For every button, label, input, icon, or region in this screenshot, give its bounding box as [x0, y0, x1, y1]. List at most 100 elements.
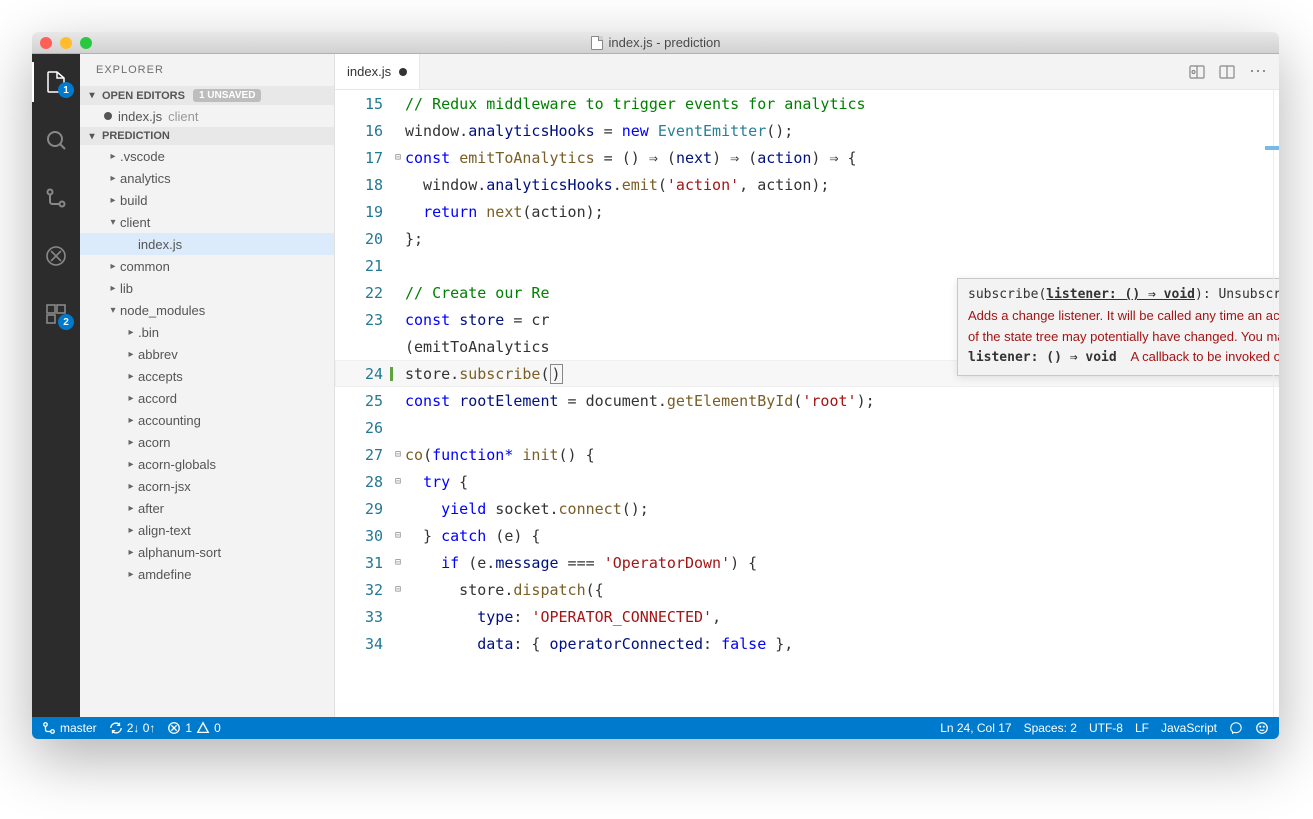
- chevron-right-icon: ▸: [124, 503, 138, 514]
- editor-area: index.js ⋯ 15// Redux middleware to trig…: [335, 54, 1279, 717]
- folder-item[interactable]: ▸.bin: [80, 321, 334, 343]
- folder-item[interactable]: ▸alphanum-sort: [80, 541, 334, 563]
- folder-item[interactable]: ▸abbrev: [80, 343, 334, 365]
- tooltip-param-doc: A callback to be invoked on every dispat…: [1131, 349, 1279, 364]
- tree-item-label: align-text: [138, 523, 191, 538]
- minimize-icon[interactable]: [60, 37, 72, 49]
- editor-tabs: index.js ⋯: [335, 54, 1279, 90]
- tree-item-label: amdefine: [138, 567, 191, 582]
- open-editors-header[interactable]: ▾ OPEN EDITORS 1 UNSAVED: [80, 86, 334, 105]
- folder-item[interactable]: ▸accounting: [80, 409, 334, 431]
- close-icon[interactable]: [40, 37, 52, 49]
- status-problems[interactable]: 1 0: [167, 721, 220, 735]
- code-line[interactable]: 19 return next(action);: [335, 198, 1279, 225]
- split-preview-icon[interactable]: [1189, 64, 1205, 80]
- status-sync[interactable]: 2↓ 0↑: [109, 721, 156, 735]
- more-icon[interactable]: ⋯: [1249, 61, 1267, 82]
- activity-search[interactable]: [32, 120, 80, 160]
- code-line[interactable]: 31⊟ if (e.message === 'OperatorDown') {: [335, 549, 1279, 576]
- tab-label: index.js: [347, 64, 391, 79]
- code-editor[interactable]: 15// Redux middleware to trigger events …: [335, 90, 1279, 717]
- fold-icon[interactable]: ⊟: [391, 449, 405, 460]
- folder-item[interactable]: ▸build: [80, 189, 334, 211]
- status-eol[interactable]: LF: [1135, 721, 1149, 735]
- code-line[interactable]: 33 type: 'OPERATOR_CONNECTED',: [335, 603, 1279, 630]
- line-number: 31: [335, 554, 391, 572]
- feedback-icon[interactable]: [1229, 721, 1243, 735]
- code-text: (emitToAnalytics: [405, 338, 550, 356]
- code-line[interactable]: 20};: [335, 225, 1279, 252]
- code-line[interactable]: 32⊟ store.dispatch({: [335, 576, 1279, 603]
- folder-item[interactable]: ▸lib: [80, 277, 334, 299]
- project-header[interactable]: ▾ PREDICTION: [80, 127, 334, 145]
- open-editor-item[interactable]: index.js client: [80, 105, 334, 127]
- line-number: 24: [335, 365, 391, 383]
- activity-bar: 1 2: [32, 54, 80, 717]
- split-editor-icon[interactable]: [1219, 64, 1235, 80]
- code-line[interactable]: 25const rootElement = document.getElemen…: [335, 387, 1279, 414]
- tree-item-label: accord: [138, 391, 177, 406]
- activity-debug[interactable]: [32, 236, 80, 276]
- chevron-down-icon: ▾: [86, 90, 98, 101]
- code-line[interactable]: 27⊟co(function* init() {: [335, 441, 1279, 468]
- folder-item[interactable]: ▸amdefine: [80, 563, 334, 585]
- folder-item[interactable]: ▾node_modules: [80, 299, 334, 321]
- activity-source-control[interactable]: [32, 178, 80, 218]
- chevron-right-icon: ▸: [106, 151, 120, 162]
- line-number: 28: [335, 473, 391, 491]
- line-number: 19: [335, 203, 391, 221]
- code-line[interactable]: 15// Redux middleware to trigger events …: [335, 90, 1279, 117]
- status-encoding[interactable]: UTF-8: [1089, 721, 1123, 735]
- code-line[interactable]: 30⊟ } catch (e) {: [335, 522, 1279, 549]
- activity-explorer[interactable]: 1: [32, 62, 80, 102]
- chevron-right-icon: ▸: [124, 393, 138, 404]
- folder-item[interactable]: ▸accord: [80, 387, 334, 409]
- smiley-icon[interactable]: [1255, 721, 1269, 735]
- fold-icon[interactable]: ⊟: [391, 476, 405, 487]
- activity-extensions[interactable]: 2: [32, 294, 80, 334]
- tree-item-label: common: [120, 259, 170, 274]
- tree-item-label: abbrev: [138, 347, 178, 362]
- status-position[interactable]: Ln 24, Col 17: [940, 721, 1011, 735]
- sidebar-title: EXPLORER: [80, 54, 334, 86]
- folder-item[interactable]: ▸after: [80, 497, 334, 519]
- code-line[interactable]: 28⊟ try {: [335, 468, 1279, 495]
- file-tree[interactable]: ▸.vscode▸analytics▸build▾clientindex.js▸…: [80, 145, 334, 717]
- line-number: 16: [335, 122, 391, 140]
- line-number: 27: [335, 446, 391, 464]
- folder-item[interactable]: ▸.vscode: [80, 145, 334, 167]
- status-branch[interactable]: master: [42, 721, 97, 735]
- code-line[interactable]: 29 yield socket.connect();: [335, 495, 1279, 522]
- tab-index-js[interactable]: index.js: [335, 54, 420, 89]
- code-line[interactable]: 26: [335, 414, 1279, 441]
- code-line[interactable]: 16window.analyticsHooks = new EventEmitt…: [335, 117, 1279, 144]
- line-number: 26: [335, 419, 391, 437]
- chevron-right-icon: ▸: [124, 349, 138, 360]
- status-language[interactable]: JavaScript: [1161, 721, 1217, 735]
- folder-item[interactable]: ▸acorn-globals: [80, 453, 334, 475]
- fold-icon[interactable]: ⊟: [391, 530, 405, 541]
- fold-icon[interactable]: ⊟: [391, 584, 405, 595]
- folder-item[interactable]: ▸align-text: [80, 519, 334, 541]
- folder-item[interactable]: ▸acorn-jsx: [80, 475, 334, 497]
- workbench: 1 2 EXPLORER ▾ OPEN EDITORS 1 UNSAVED: [32, 54, 1279, 717]
- minimap[interactable]: [1273, 90, 1279, 717]
- folder-item[interactable]: ▸acorn: [80, 431, 334, 453]
- code-line[interactable]: 18 window.analyticsHooks.emit('action', …: [335, 171, 1279, 198]
- folder-item[interactable]: ▸common: [80, 255, 334, 277]
- code-line[interactable]: 34 data: { operatorConnected: false },: [335, 630, 1279, 657]
- folder-item[interactable]: ▸accepts: [80, 365, 334, 387]
- fold-icon[interactable]: ⊟: [391, 557, 405, 568]
- tree-item-label: client: [120, 215, 150, 230]
- fold-icon[interactable]: ⊟: [391, 152, 405, 163]
- tree-item-label: .vscode: [120, 149, 165, 164]
- code-line[interactable]: 21: [335, 252, 1279, 279]
- file-item[interactable]: index.js: [80, 233, 334, 255]
- folder-item[interactable]: ▸analytics: [80, 167, 334, 189]
- chevron-right-icon: ▸: [124, 525, 138, 536]
- maximize-icon[interactable]: [80, 37, 92, 49]
- folder-item[interactable]: ▾client: [80, 211, 334, 233]
- chevron-right-icon: ▸: [124, 459, 138, 470]
- status-spaces[interactable]: Spaces: 2: [1024, 721, 1077, 735]
- code-line[interactable]: 17⊟const emitToAnalytics = () ⇒ (next) ⇒…: [335, 144, 1279, 171]
